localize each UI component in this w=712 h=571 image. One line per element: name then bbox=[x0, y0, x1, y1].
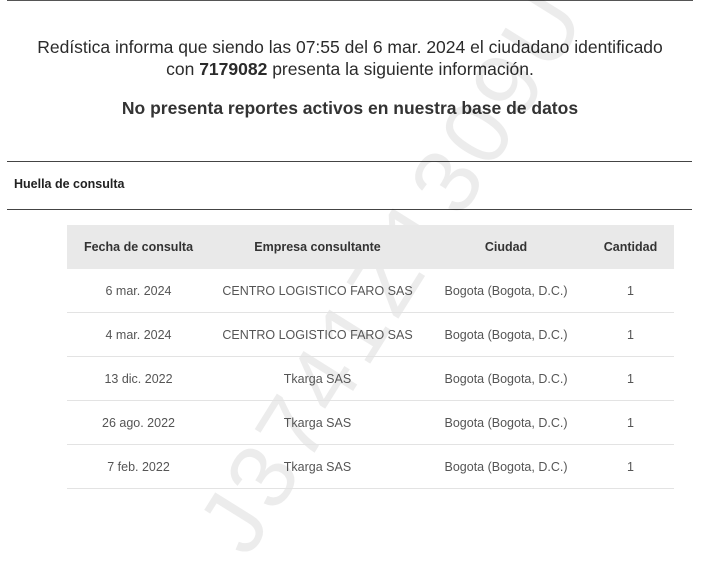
cell-ciudad: Bogota (Bogota, D.C.) bbox=[425, 400, 587, 445]
cell-empresa: CENTRO LOGISTICO FARO SAS bbox=[210, 312, 425, 357]
intro-line-2-prefix: con bbox=[166, 59, 200, 79]
cell-ciudad: Bogota (Bogota, D.C.) bbox=[425, 312, 587, 357]
cell-cantidad: 1 bbox=[587, 356, 674, 401]
table-row: 26 ago. 2022 Tkarga SAS Bogota (Bogota, … bbox=[67, 400, 674, 445]
section-divider-bottom bbox=[7, 209, 692, 210]
cell-fecha: 4 mar. 2024 bbox=[67, 312, 210, 357]
cell-ciudad: Bogota (Bogota, D.C.) bbox=[425, 356, 587, 401]
table-row: 6 mar. 2024 CENTRO LOGISTICO FARO SAS Bo… bbox=[67, 269, 674, 313]
cell-cantidad: 1 bbox=[587, 269, 674, 313]
section-divider-top bbox=[7, 161, 692, 162]
header-ciudad: Ciudad bbox=[425, 225, 587, 269]
section-title: Huella de consulta bbox=[14, 177, 125, 191]
intro-line-1: Redística informa que siendo las 07:55 d… bbox=[37, 37, 663, 57]
table-row: 13 dic. 2022 Tkarga SAS Bogota (Bogota, … bbox=[67, 356, 674, 401]
consultation-table: Fecha de consulta Empresa consultante Ci… bbox=[67, 225, 674, 489]
intro-line-2: con 7179082 presenta la siguiente inform… bbox=[166, 59, 534, 79]
intro-paragraph: Redística informa que siendo las 07:55 d… bbox=[0, 36, 700, 80]
intro-line-2-suffix: presenta la siguiente información. bbox=[267, 59, 534, 79]
table-header-row: Fecha de consulta Empresa consultante Ci… bbox=[67, 225, 674, 269]
top-divider bbox=[7, 0, 693, 1]
table-row: 4 mar. 2024 CENTRO LOGISTICO FARO SAS Bo… bbox=[67, 312, 674, 357]
header-fecha: Fecha de consulta bbox=[67, 225, 210, 269]
cell-cantidad: 1 bbox=[587, 312, 674, 357]
document-id: 7179082 bbox=[199, 59, 268, 79]
cell-empresa: Tkarga SAS bbox=[210, 356, 425, 401]
cell-empresa: CENTRO LOGISTICO FARO SAS bbox=[210, 269, 425, 313]
cell-empresa: Tkarga SAS bbox=[210, 444, 425, 489]
cell-fecha: 13 dic. 2022 bbox=[67, 356, 210, 401]
cell-ciudad: Bogota (Bogota, D.C.) bbox=[425, 444, 587, 489]
table-row: 7 feb. 2022 Tkarga SAS Bogota (Bogota, D… bbox=[67, 444, 674, 489]
cell-fecha: 6 mar. 2024 bbox=[67, 269, 210, 313]
cell-empresa: Tkarga SAS bbox=[210, 400, 425, 445]
cell-ciudad: Bogota (Bogota, D.C.) bbox=[425, 269, 587, 313]
status-message: No presenta reportes activos en nuestra … bbox=[121, 98, 579, 118]
cell-fecha: 7 feb. 2022 bbox=[67, 444, 210, 489]
header-empresa: Empresa consultante bbox=[210, 225, 425, 269]
cell-cantidad: 1 bbox=[587, 444, 674, 489]
header-cantidad: Cantidad bbox=[587, 225, 674, 269]
cell-fecha: 26 ago. 2022 bbox=[67, 400, 210, 445]
cell-cantidad: 1 bbox=[587, 400, 674, 445]
